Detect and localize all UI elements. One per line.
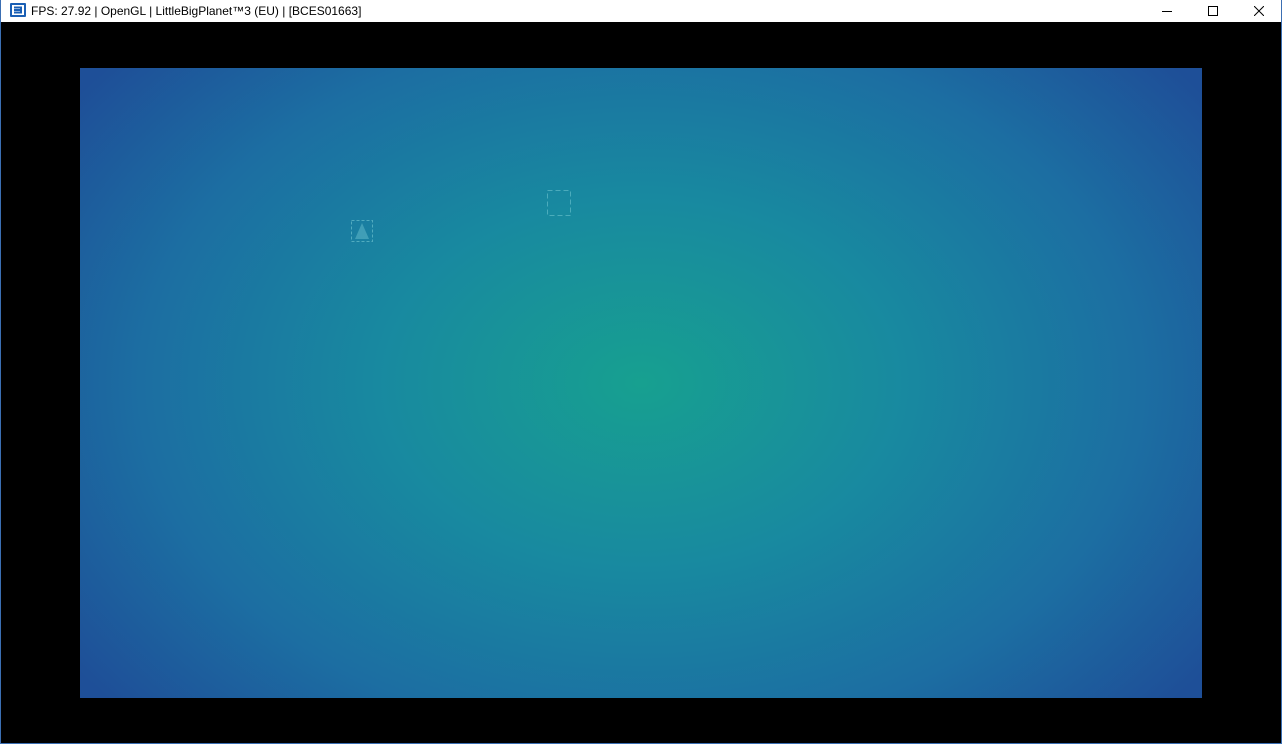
- loading-glyph-triangle-icon: [351, 220, 373, 242]
- minimize-icon: [1162, 11, 1172, 12]
- emulator-window: FPS: 27.92 | OpenGL | LittleBigPlanet™3 …: [0, 0, 1282, 744]
- close-button[interactable]: [1236, 0, 1281, 22]
- minimize-button[interactable]: [1144, 0, 1190, 22]
- maximize-button[interactable]: [1190, 0, 1236, 22]
- render-area[interactable]: [1, 22, 1281, 743]
- close-icon: [1254, 6, 1264, 16]
- loading-glyph-square-icon: [547, 190, 571, 216]
- maximize-icon: [1208, 6, 1218, 16]
- rpcs3-icon: [10, 3, 26, 17]
- game-viewport[interactable]: [80, 68, 1202, 698]
- title-bar[interactable]: FPS: 27.92 | OpenGL | LittleBigPlanet™3 …: [1, 0, 1281, 22]
- window-title: FPS: 27.92 | OpenGL | LittleBigPlanet™3 …: [31, 4, 362, 18]
